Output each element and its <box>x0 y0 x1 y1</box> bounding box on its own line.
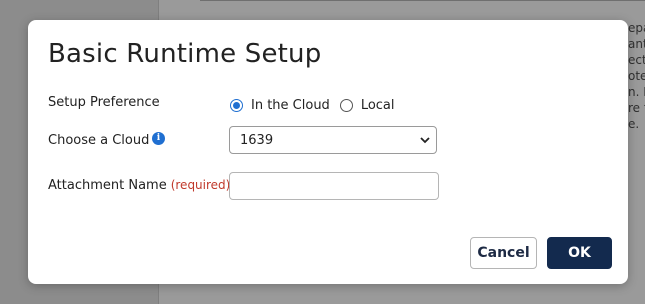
attachment-name-label: Attachment Name (required) <box>48 178 230 193</box>
cloud-select[interactable]: 1639 <box>229 126 437 154</box>
cloud-select-value: 1639 <box>240 133 274 148</box>
choose-cloud-label: Choose a Cloud <box>48 133 150 148</box>
background-text-line: e. <box>628 117 640 131</box>
ok-button[interactable]: OK <box>547 237 612 269</box>
background-divider <box>200 0 645 1</box>
background-text-line: epa <box>628 21 645 35</box>
background-text-line: ote <box>628 69 645 83</box>
dialog-title: Basic Runtime Setup <box>48 39 322 69</box>
attachment-name-input[interactable] <box>229 172 439 200</box>
in-the-cloud-label[interactable]: In the Cloud <box>251 98 330 113</box>
setup-dialog: Basic Runtime Setup Setup Preference In … <box>28 20 628 284</box>
background-text-line: re t <box>628 101 645 115</box>
background-text: epa ant ect ote n. E re t e. <box>628 20 645 132</box>
local-radio[interactable] <box>339 99 353 112</box>
background-text-line: ant <box>628 37 645 51</box>
background-text-line: ect <box>628 53 645 67</box>
background-text-line: n. E <box>628 85 645 99</box>
cancel-button[interactable]: Cancel <box>470 237 537 269</box>
attachment-name-label-text: Attachment Name <box>48 178 167 193</box>
info-icon[interactable]: i <box>152 132 165 145</box>
chevron-down-icon <box>420 137 430 144</box>
required-indicator: (required) <box>170 178 231 192</box>
in-the-cloud-radio[interactable] <box>230 99 243 112</box>
local-label[interactable]: Local <box>361 98 395 113</box>
setup-preference-label: Setup Preference <box>48 95 160 110</box>
setup-preference-radio-group: In the Cloud Local <box>230 98 395 113</box>
